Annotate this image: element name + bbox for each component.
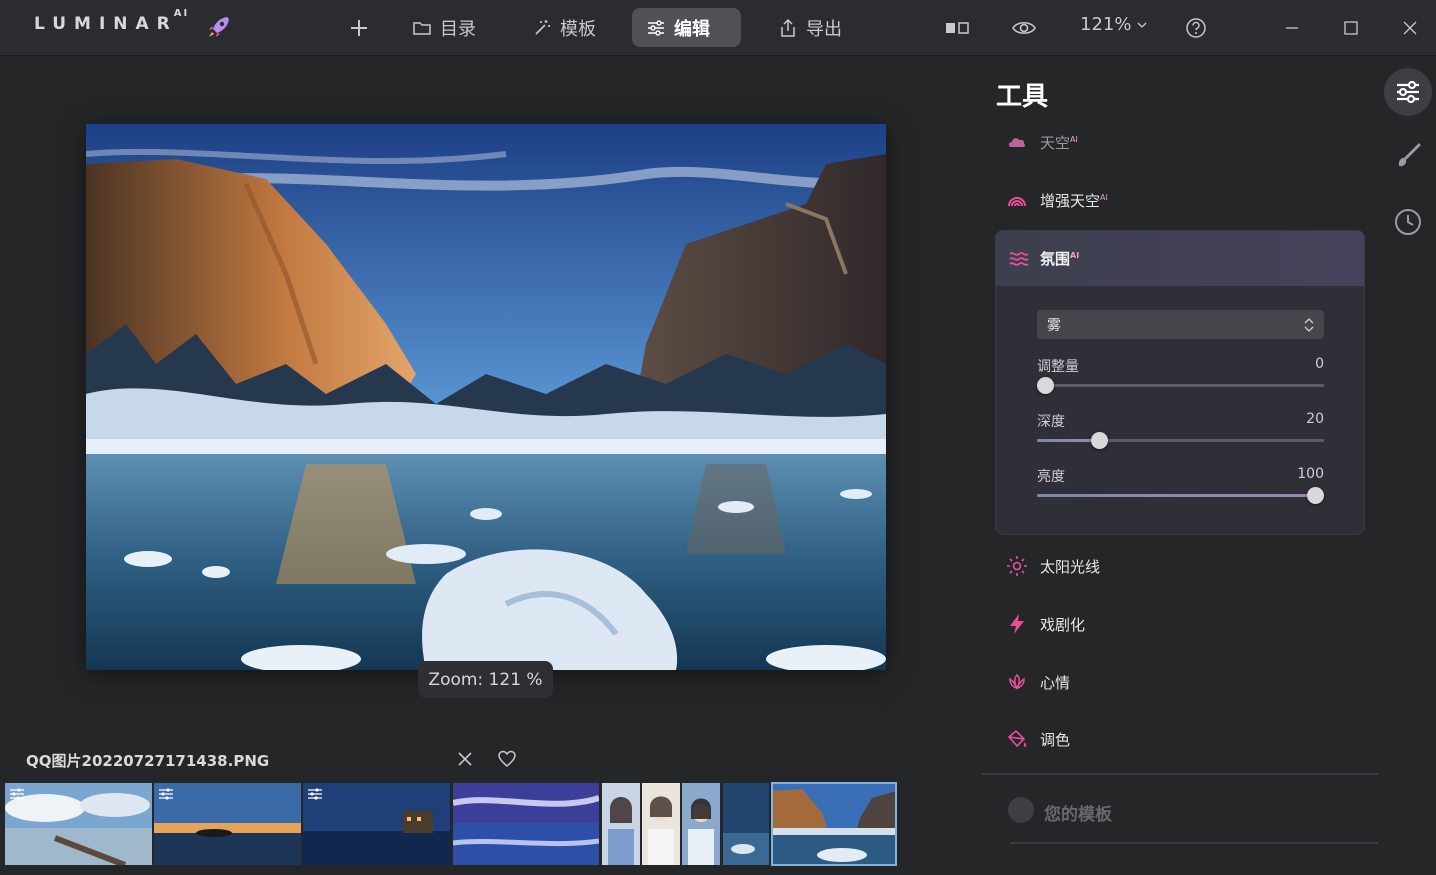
thumbnail-image	[303, 783, 450, 865]
magic-wand-icon	[535, 19, 550, 35]
templates-avatar	[1008, 797, 1034, 823]
tool-sky-enhancer[interactable]: 增强天空AI	[1006, 189, 1108, 211]
rainbow-icon	[1008, 197, 1026, 207]
app-logo: LUMINARAI	[34, 8, 190, 34]
tool-sun-rays[interactable]: 太阳光线	[1006, 555, 1100, 577]
thumbnail-image	[5, 783, 152, 865]
plus-icon	[351, 20, 367, 36]
thumbnail-image	[602, 783, 640, 865]
edited-badge-icon	[10, 788, 24, 800]
yosemite-winter-image	[86, 124, 886, 670]
thumbnail-image	[772, 783, 896, 865]
thumbnail-portrait-1[interactable]	[602, 783, 640, 865]
rail-tools-button[interactable]	[1384, 68, 1432, 116]
brush-icon	[1398, 143, 1421, 167]
top-toolbar: LUMINARAI 目录 模板 编辑 导出 121%	[0, 0, 1436, 56]
thumbnail-winter-blue[interactable]	[723, 783, 769, 865]
thumbnail-image	[453, 783, 599, 865]
thumbnail-pier-clouds[interactable]	[5, 783, 152, 865]
thumbnail-lake-castle-night[interactable]	[303, 783, 450, 865]
rail-history-button[interactable]	[1384, 198, 1432, 246]
slider-track[interactable]	[1037, 384, 1324, 387]
slider-fill	[1037, 439, 1100, 442]
minimize-button[interactable]	[1278, 14, 1306, 42]
sliders-icon	[1397, 80, 1419, 104]
compare-icon	[946, 22, 969, 34]
maximize-icon	[1344, 21, 1358, 35]
remove-image-button[interactable]	[455, 749, 475, 769]
slider-knob[interactable]	[1307, 487, 1325, 504]
thumbnail-portrait-3[interactable]	[682, 783, 720, 865]
heart-icon	[498, 750, 516, 767]
preview-button[interactable]	[1010, 14, 1038, 42]
edited-badge-icon	[308, 788, 322, 800]
thumbnail-purple-lake-reflection[interactable]	[453, 783, 599, 865]
close-icon	[1403, 21, 1417, 35]
thumbnail-portrait-2[interactable]	[642, 783, 680, 865]
slider-knob[interactable]	[1037, 377, 1054, 394]
panel-divider	[982, 773, 1378, 775]
edited-badge-icon	[159, 788, 173, 800]
thumbnail-sunset-island[interactable]	[154, 783, 301, 865]
atmosphere-type-select[interactable]: 雾	[1037, 310, 1324, 339]
your-templates-section[interactable]: 您的模板	[1044, 800, 1112, 825]
slider-knob[interactable]	[1091, 432, 1109, 449]
chevron-down-icon	[1138, 22, 1147, 28]
maximize-button[interactable]	[1337, 14, 1365, 42]
eye-icon	[1012, 21, 1036, 35]
lotus-icon	[1009, 673, 1025, 690]
favorite-button[interactable]	[497, 749, 517, 769]
sun-icon	[1007, 556, 1027, 576]
waves-icon	[1009, 251, 1029, 266]
paint-bucket-icon	[1007, 729, 1027, 748]
tab-templates[interactable]: 模板	[518, 8, 610, 47]
current-filename: QQ图片20220727171438.PNG	[26, 752, 270, 770]
thumbnail-image	[723, 783, 769, 865]
thumbnail-image	[154, 783, 301, 865]
panel-divider	[1010, 842, 1378, 844]
atmosphere-panel: 氛围AI 雾 调整量 0 深度 20 亮度 100	[995, 230, 1365, 535]
zoom-dropdown[interactable]: 121%	[1080, 14, 1147, 35]
slider-fill	[1037, 494, 1316, 497]
updown-chevron-icon	[1304, 317, 1314, 332]
tool-mood[interactable]: 心情	[1006, 671, 1070, 693]
add-photos-button[interactable]	[345, 14, 373, 42]
help-icon	[1186, 18, 1206, 38]
rail-brush-button[interactable]	[1384, 132, 1432, 180]
sliders-icon	[648, 19, 664, 36]
folder-icon	[413, 21, 431, 35]
thumbnail-image	[642, 783, 680, 865]
photo-canvas[interactable]	[86, 124, 886, 670]
history-icon	[1395, 209, 1421, 235]
rocket-icon[interactable]	[206, 14, 232, 40]
help-button[interactable]	[1182, 14, 1210, 42]
thumbnail-yosemite-winter[interactable]	[771, 782, 897, 866]
tab-catalog[interactable]: 目录	[398, 8, 490, 47]
tool-dramatic[interactable]: 戏剧化	[1006, 613, 1085, 635]
compare-button[interactable]	[944, 14, 972, 42]
cloud-icon	[1008, 138, 1026, 147]
tool-toning[interactable]: 调色	[1006, 728, 1070, 750]
tab-export[interactable]: 导出	[764, 8, 856, 47]
thumbnail-image	[682, 783, 720, 865]
minimize-icon	[1286, 27, 1298, 29]
close-icon	[458, 752, 472, 766]
share-icon	[781, 18, 795, 37]
panel-title: 工具	[996, 82, 1049, 112]
atmosphere-header[interactable]: 氛围AI	[996, 231, 1364, 286]
lightning-icon	[1010, 614, 1024, 634]
tab-edit[interactable]: 编辑	[632, 8, 741, 47]
close-button[interactable]	[1396, 14, 1424, 42]
zoom-overlay: Zoom: 121 %	[418, 661, 553, 698]
tool-sky[interactable]: 天空AI	[1006, 131, 1078, 153]
